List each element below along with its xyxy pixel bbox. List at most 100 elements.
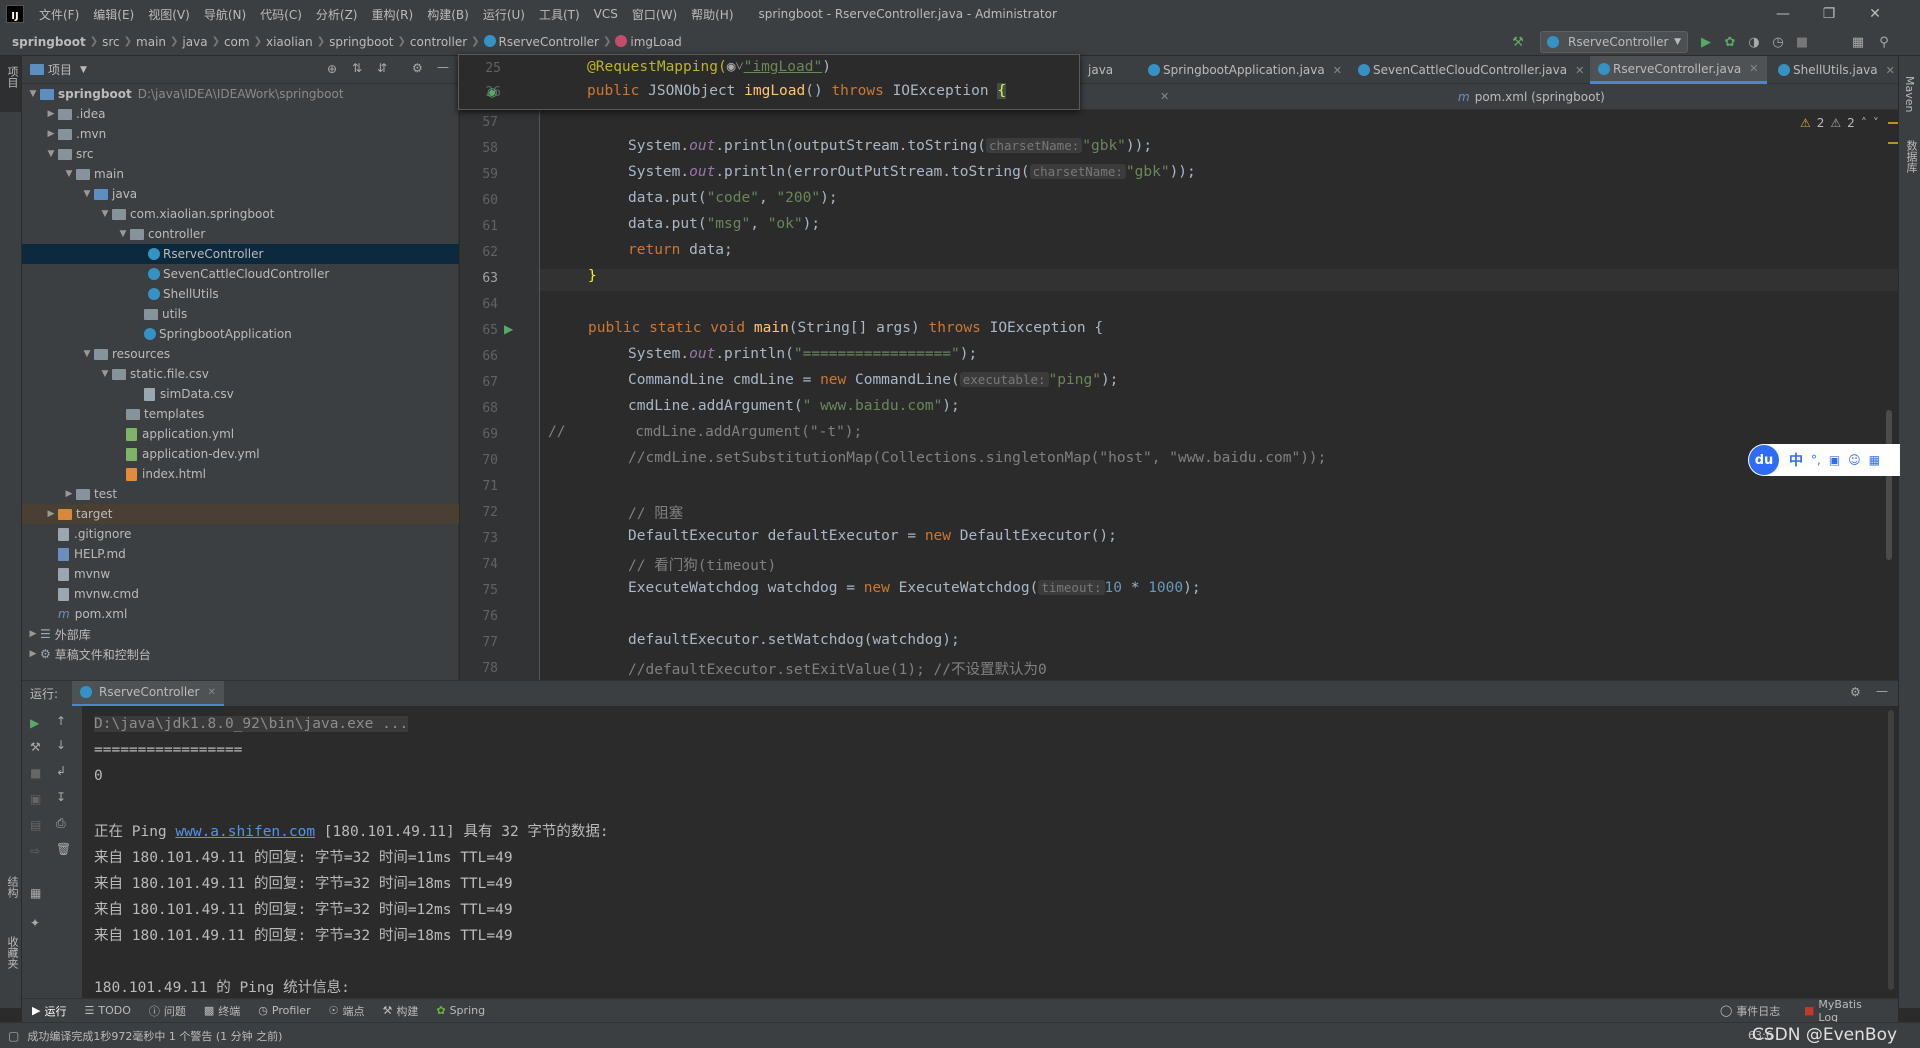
tab-partial-java[interactable]: java: [1080, 56, 1121, 84]
project-panel-title[interactable]: 项目: [48, 61, 72, 78]
print-icon[interactable]: ⎙: [56, 816, 66, 831]
console-output[interactable]: D:\java\jdk1.8.0_92\bin\java.exe ... ===…: [82, 706, 1898, 998]
tree-item-springbootapp[interactable]: SpringbootApplication: [22, 324, 459, 344]
stop-icon[interactable]: ■: [1794, 34, 1810, 50]
debug-icon[interactable]: ✿: [1722, 34, 1738, 50]
keyboard-icon[interactable]: ▣: [1829, 453, 1840, 467]
close-icon[interactable]: ✕: [1333, 64, 1342, 77]
tree-item-templates[interactable]: templates: [22, 404, 459, 424]
tree-item-shellutils[interactable]: ShellUtils: [22, 284, 459, 304]
tree-item-help-md[interactable]: HELP.md: [22, 544, 459, 564]
trash-icon[interactable]: 🗑: [56, 842, 71, 856]
tree-item-main[interactable]: ▼ main: [22, 164, 459, 184]
hide-icon[interactable]: —: [1876, 684, 1888, 698]
tab-pom[interactable]: m pom.xml (springboot): [1450, 84, 1613, 110]
code-editor[interactable]: 57 58 59 60 61 62 63 64 65 66 67 68 69 7…: [460, 110, 1898, 680]
menu-tools[interactable]: 工具(T): [532, 6, 587, 23]
run-tab[interactable]: RserveController ✕: [72, 680, 224, 707]
breadcrumb-class[interactable]: RserveController: [480, 34, 603, 49]
tree-item-gitignore[interactable]: .gitignore: [22, 524, 459, 544]
tree-item-target[interactable]: ▶ target: [22, 504, 459, 524]
tree-item-springboot[interactable]: ▼ springboot D:\java\IDEA\IDEAWork\springb…: [22, 84, 459, 104]
tree-item-resources[interactable]: ▼ resources: [22, 344, 459, 364]
menu-run[interactable]: 运行(U): [476, 6, 532, 23]
inspection-widget[interactable]: ⚠ 2 ⚠ 2 ˄ ˅: [1800, 116, 1879, 130]
tool-event-log[interactable]: ◯ 事件日志: [1720, 1003, 1780, 1019]
endpoint-gutter-icon[interactable]: ◉: [487, 85, 497, 99]
menu-window[interactable]: 窗口(W): [625, 6, 684, 23]
breadcrumb-main[interactable]: main: [132, 35, 170, 49]
console-link[interactable]: www.a.shifen.com: [175, 824, 315, 840]
tool-todo[interactable]: ☰ TODO: [84, 1004, 130, 1017]
coverage-icon[interactable]: ◑: [1746, 34, 1762, 50]
tool-spring[interactable]: ✿ Spring: [436, 1004, 485, 1017]
tree-item-mvnw-cmd[interactable]: mvnw.cmd: [22, 584, 459, 604]
ime-logo[interactable]: du: [1749, 445, 1779, 475]
close-icon[interactable]: ✕: [1575, 64, 1584, 77]
breadcrumb-method[interactable]: imgLoad: [611, 34, 685, 49]
pin-icon[interactable]: ✦: [30, 916, 40, 930]
chevron-down-icon[interactable]: ˅: [1873, 116, 1879, 130]
tab-rservecontroller[interactable]: RserveController.java ✕: [1590, 56, 1767, 84]
profile-icon[interactable]: ◷: [1770, 34, 1786, 50]
menu-build[interactable]: 构建(B): [420, 6, 476, 23]
maven-tool-label[interactable]: Maven: [1903, 76, 1916, 112]
expand-all-icon[interactable]: ⇅: [352, 61, 362, 75]
menu-refactor[interactable]: 重构(R): [365, 6, 421, 23]
editor-scrollbar[interactable]: [1886, 410, 1892, 560]
wrench-icon[interactable]: ⚒: [30, 740, 41, 754]
tree-item-rservecontroller[interactable]: RserveController: [22, 244, 459, 264]
arrow-up-icon[interactable]: ↑: [56, 714, 66, 728]
tab-shellutils[interactable]: ShellUtils.java ✕: [1770, 56, 1903, 84]
tool-profiler[interactable]: ◷ Profiler: [258, 1004, 310, 1017]
tree-item-utils[interactable]: utils: [22, 304, 459, 324]
warning-stripe[interactable]: [1888, 122, 1898, 124]
tree-item-mvn[interactable]: ▶ .mvn: [22, 124, 459, 144]
console-scrollbar[interactable]: [1888, 710, 1894, 990]
scroll-to-end-icon[interactable]: ↧: [56, 790, 66, 804]
search-icon[interactable]: ⚲: [1876, 34, 1892, 50]
project-structure-icon[interactable]: ▦: [1850, 34, 1866, 50]
gear-icon[interactable]: ⚙: [412, 61, 423, 75]
breadcrumb-java[interactable]: java: [178, 35, 211, 49]
ime-toolbar[interactable]: du 中 °, ▣ ☺ ▦: [1748, 444, 1900, 476]
exit-icon[interactable]: ⇨: [30, 844, 40, 858]
stop-icon[interactable]: ■: [30, 766, 41, 780]
console-line[interactable]: D:\java\jdk1.8.0_92\bin\java.exe ...: [94, 716, 409, 732]
tree-item-scratches[interactable]: ▶ ⚙ 草稿文件和控制台: [22, 644, 459, 664]
arrow-down-icon[interactable]: ↓: [56, 738, 66, 752]
tool-terminal[interactable]: ▩ 终端: [204, 1003, 240, 1019]
tree-item-package[interactable]: ▼ com.xiaolian.springboot: [22, 204, 459, 224]
tree-item-index-html[interactable]: index.html: [22, 464, 459, 484]
gear-icon[interactable]: ⚙: [1850, 685, 1861, 699]
hammer-build-icon[interactable]: ⚒: [1510, 34, 1526, 50]
user-icon[interactable]: ☺: [1848, 453, 1861, 467]
chevron-up-icon[interactable]: ˄: [1861, 116, 1867, 130]
warning-stripe[interactable]: [1888, 142, 1898, 144]
menu-file[interactable]: 文件(F): [32, 6, 86, 23]
tool-mybatis-log[interactable]: ■ MyBatis Log: [1804, 998, 1880, 1024]
menu-code[interactable]: 代码(C): [253, 6, 309, 23]
tree-item-application-yml[interactable]: application.yml: [22, 424, 459, 444]
tree-item-controller[interactable]: ▼ controller: [22, 224, 459, 244]
breadcrumb-com[interactable]: com: [220, 35, 254, 49]
tree-item-idea[interactable]: ▶ .idea: [22, 104, 459, 124]
breadcrumb-xiaolian[interactable]: xiaolian: [262, 35, 317, 49]
tab-sevencattle[interactable]: SevenCattleCloudController.java ✕: [1350, 56, 1592, 84]
tree-item-java[interactable]: ▼ java: [22, 184, 459, 204]
tree-item-src[interactable]: ▼ src: [22, 144, 459, 164]
favorites-tool-label[interactable]: 收藏夹: [4, 936, 20, 969]
run-gutter-icon[interactable]: ▶: [504, 322, 513, 336]
ime-mode[interactable]: 中: [1789, 450, 1803, 470]
menu-analyze[interactable]: 分析(Z): [309, 6, 365, 23]
close-icon[interactable]: ✕: [1160, 90, 1169, 103]
grid-icon[interactable]: ▦: [1869, 453, 1880, 467]
run-config-select[interactable]: RserveController ▼: [1540, 31, 1688, 53]
collapse-all-icon[interactable]: ⇵: [377, 61, 387, 75]
minimize-icon[interactable]: —: [1760, 0, 1806, 28]
menu-view[interactable]: 视图(V): [141, 6, 197, 23]
tree-item-test[interactable]: ▶ test: [22, 484, 459, 504]
locate-icon[interactable]: ⊕: [327, 62, 337, 76]
tree-item-sevencattle[interactable]: SevenCattleCloudController: [22, 264, 459, 284]
chevron-down-icon[interactable]: ▼: [80, 65, 87, 75]
